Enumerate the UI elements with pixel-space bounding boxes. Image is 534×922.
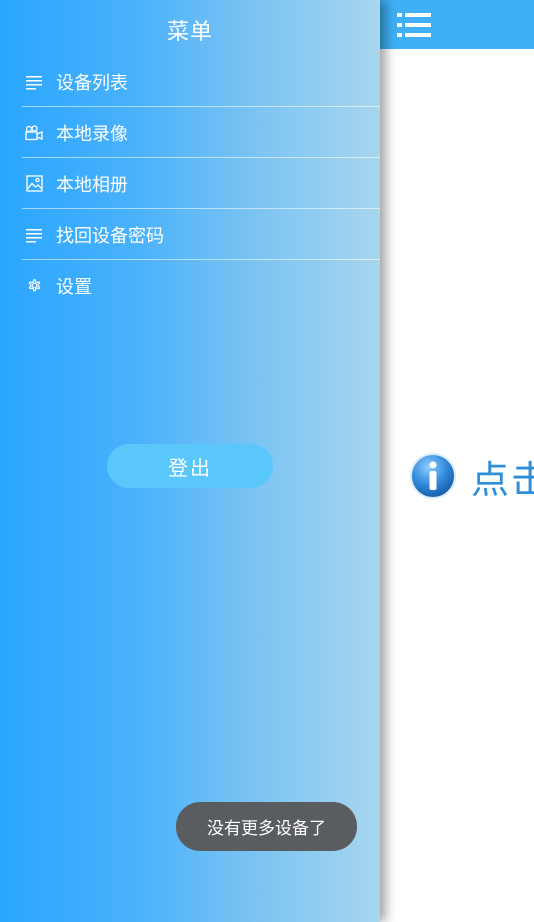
video-camera-icon <box>24 123 44 143</box>
logout-button[interactable]: 登出 <box>107 444 273 488</box>
menu-item-recover-password[interactable]: 找回设备密码 <box>22 209 380 260</box>
add-device-hint[interactable]: 点击 <box>409 451 534 502</box>
info-icon <box>409 452 457 500</box>
menu-item-local-album[interactable]: 本地相册 <box>22 158 380 209</box>
drawer-menu: 设备列表 本地录像 本地相册 找回设备密码 设置 <box>22 56 380 311</box>
image-icon <box>24 174 44 194</box>
menu-item-label: 设备列表 <box>56 72 128 94</box>
side-drawer: 菜单 设备列表 本地录像 本地相册 找回设备密码 设置 登出 <box>0 0 380 922</box>
menu-item-label: 本地录像 <box>56 123 128 145</box>
menu-item-settings[interactable]: 设置 <box>22 260 380 311</box>
toast-message: 没有更多设备了 <box>176 802 357 851</box>
menu-item-local-video[interactable]: 本地录像 <box>22 107 380 158</box>
menu-item-device-list[interactable]: 设备列表 <box>22 56 380 107</box>
list-icon <box>24 72 44 92</box>
menu-list-icon[interactable] <box>397 12 431 38</box>
drawer-title: 菜单 <box>166 20 213 45</box>
menu-item-label: 设置 <box>56 276 92 298</box>
menu-item-label: 找回设备密码 <box>56 225 164 247</box>
list-icon <box>24 225 44 245</box>
info-text: 点击 <box>471 457 534 502</box>
gear-icon <box>24 276 44 296</box>
menu-item-label: 本地相册 <box>56 174 128 196</box>
